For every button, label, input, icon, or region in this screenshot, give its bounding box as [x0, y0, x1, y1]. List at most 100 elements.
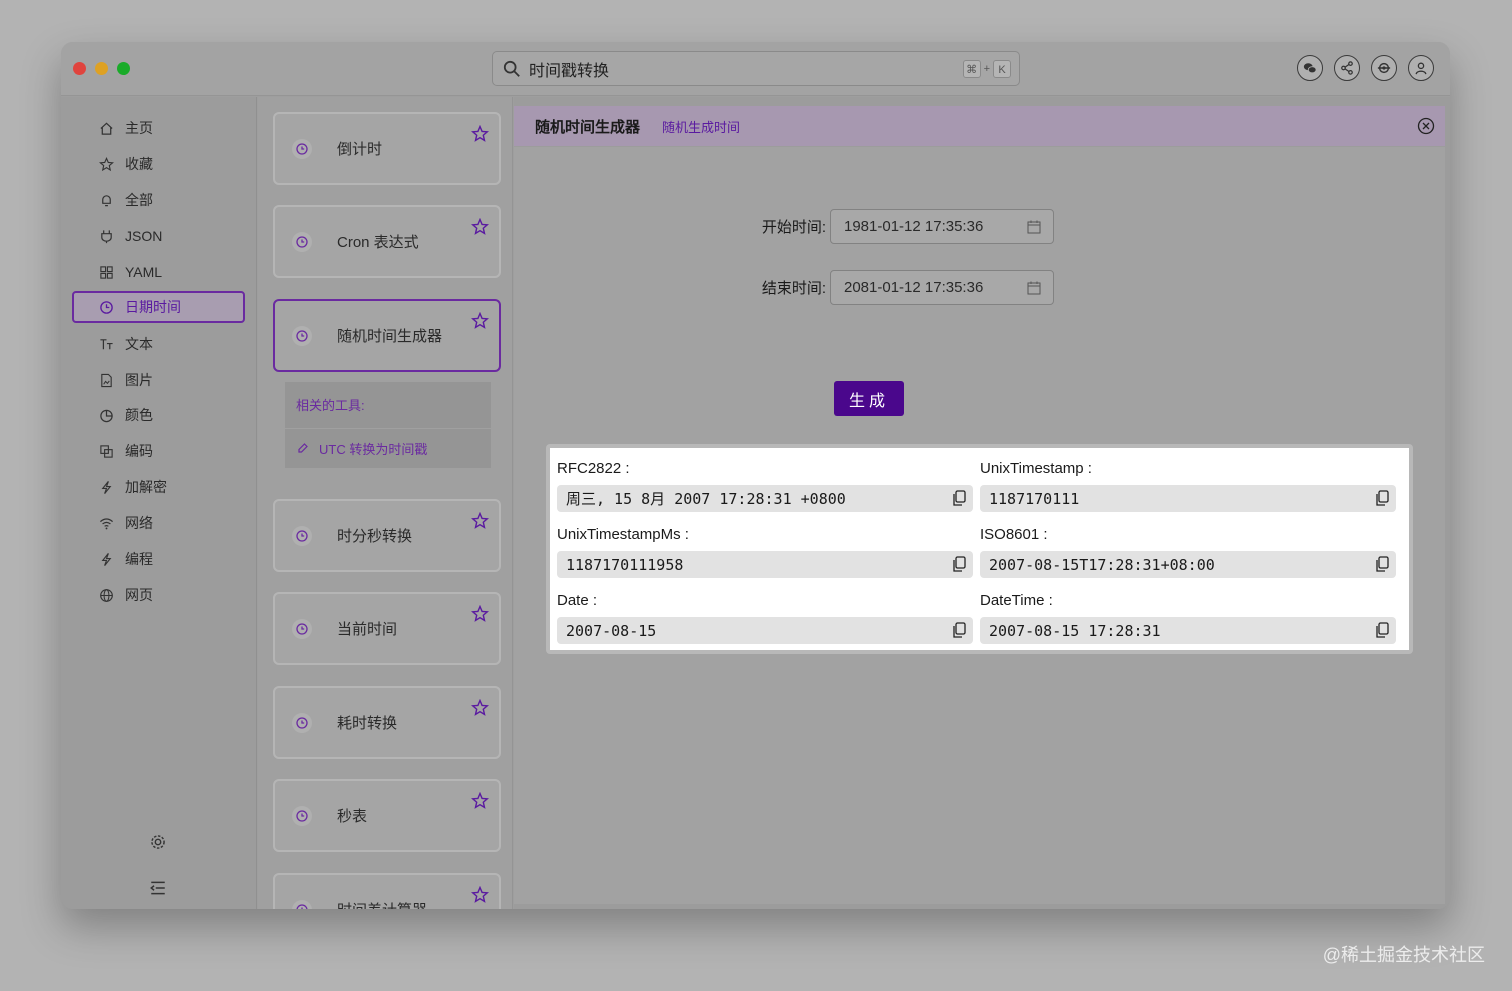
tool-card-hms-convert[interactable]: 时分秒转换: [273, 499, 501, 572]
sidebar-item-label: 网页: [125, 587, 153, 603]
gear-icon[interactable]: [149, 833, 167, 851]
result-value: 周三, 15 8月 2007 17:28:31 +0800: [566, 490, 846, 508]
copy-icon[interactable]: [1375, 622, 1390, 639]
grid-icon: [98, 264, 114, 280]
tool-tab-bar: 随机时间生成器 随机生成时间: [514, 106, 1445, 146]
star-icon[interactable]: [471, 886, 489, 904]
result-label-date: Date :: [557, 592, 598, 609]
tool-card-time-diff[interactable]: 时间差计算器: [273, 873, 501, 909]
star-icon[interactable]: [471, 218, 489, 236]
tool-card-current-time[interactable]: 当前时间: [273, 592, 501, 665]
sidebar-item-label: 收藏: [125, 156, 153, 172]
tool-card-label: 当前时间: [337, 621, 398, 638]
sidebar-item-color[interactable]: 颜色: [72, 399, 245, 431]
sidebar-item-all[interactable]: 全部: [72, 184, 245, 216]
sidebar-item-label: 主页: [125, 120, 153, 136]
tool-subtitle: 随机生成时间: [662, 119, 741, 135]
sidebar-item-label: JSON: [125, 228, 163, 244]
tool-card-random-time[interactable]: 随机时间生成器: [273, 299, 501, 372]
sidebar-item-label: 颜色: [125, 407, 153, 423]
star-icon[interactable]: [471, 792, 489, 810]
start-time-input[interactable]: 1981-01-12 17:35:36: [830, 209, 1054, 244]
search-icon: [503, 60, 520, 77]
result-label-iso8601: ISO8601 :: [980, 526, 1048, 543]
text-icon: [98, 336, 114, 352]
close-window-button[interactable]: [73, 62, 86, 75]
tool-card-label: 时分秒转换: [337, 528, 413, 545]
minimize-window-button[interactable]: [95, 62, 108, 75]
sidebar-item-encoding[interactable]: 编码: [72, 435, 245, 467]
copy-icon[interactable]: [1375, 490, 1390, 507]
related-tool-utc-to-timestamp[interactable]: UTC 转换为时间戳: [285, 429, 491, 467]
title-bar: 时间戳转换 ⌘ + K: [61, 42, 1450, 96]
generate-button[interactable]: 生成: [834, 381, 904, 416]
search-bar[interactable]: 时间戳转换 ⌘ + K: [492, 51, 1020, 86]
tool-content: 开始时间: 1981-01-12 17:35:36 结束时间: 2081-01-…: [514, 147, 1445, 904]
shortcut-hint: ⌘ + K: [962, 59, 1011, 78]
result-value: 2007-08-15: [566, 621, 657, 640]
end-time-input[interactable]: 2081-01-12 17:35:36: [830, 270, 1054, 305]
result-value: 2007-08-15T17:28:31+08:00: [989, 555, 1215, 574]
sidebar-item-label: 图片: [125, 372, 153, 388]
sidebar-item-favorites[interactable]: 收藏: [72, 148, 245, 180]
copy-icon[interactable]: [952, 622, 967, 639]
share-icon[interactable]: [1334, 55, 1360, 81]
sidebar-item-datetime[interactable]: 日期时间: [72, 291, 245, 323]
sidebar-item-web[interactable]: 网页: [72, 579, 245, 611]
result-field-unix[interactable]: 1187170111: [980, 485, 1396, 512]
close-icon[interactable]: [1417, 117, 1435, 135]
tool-card-label: 耗时转换: [337, 715, 398, 732]
tool-card-label: Cron 表达式: [337, 234, 419, 251]
clock-icon: [292, 805, 312, 826]
star-icon[interactable]: [471, 699, 489, 717]
result-value: 1187170111958: [566, 555, 684, 574]
copy-icon[interactable]: [952, 490, 967, 507]
result-field-iso8601[interactable]: 2007-08-15T17:28:31+08:00: [980, 551, 1396, 578]
tool-list: 倒计时 Cron 表达式 随机时间生成器 相关的工具: UTC 转换为时间戳 时…: [258, 97, 513, 909]
sidebar-item-yaml[interactable]: YAML: [72, 256, 245, 288]
sidebar-item-image[interactable]: 图片: [72, 364, 245, 396]
star-icon[interactable]: [471, 512, 489, 530]
sidebar-item-json[interactable]: JSON: [72, 220, 245, 252]
sidebar-item-label: 网络: [125, 515, 153, 531]
end-time-row: 结束时间: 2081-01-12 17:35:36: [751, 270, 1054, 305]
sidebar-item-label: 加解密: [125, 479, 167, 495]
tool-card-stopwatch[interactable]: 秒表: [273, 779, 501, 852]
sidebar-item-label: YAML: [125, 264, 163, 280]
settings-sync-icon[interactable]: [1371, 55, 1397, 81]
result-field-date[interactable]: 2007-08-15: [557, 617, 973, 644]
sidebar-item-home[interactable]: 主页: [72, 112, 245, 144]
link-icon: [298, 443, 308, 453]
header-actions: [1297, 55, 1434, 81]
tool-card-label: 随机时间生成器: [337, 328, 443, 345]
start-time-row: 开始时间: 1981-01-12 17:35:36: [751, 209, 1054, 244]
result-field-datetime[interactable]: 2007-08-15 17:28:31: [980, 617, 1396, 644]
sidebar-item-programming[interactable]: 编程: [72, 543, 245, 575]
copy-icon[interactable]: [1375, 556, 1390, 573]
clock-icon: [292, 618, 312, 639]
tool-card-countdown[interactable]: 倒计时: [273, 112, 501, 185]
star-icon[interactable]: [471, 605, 489, 623]
watermark: @稀土掘金技术社区: [1322, 945, 1485, 965]
star-icon[interactable]: [471, 125, 489, 143]
related-tools-title: 相关的工具:: [285, 382, 491, 429]
sidebar-item-text[interactable]: 文本: [72, 328, 245, 360]
star-icon[interactable]: [471, 312, 489, 330]
sidebar-item-crypto[interactable]: 加解密: [72, 471, 245, 503]
sidebar-item-network[interactable]: 网络: [72, 507, 245, 539]
result-field-unix-ms[interactable]: 1187170111958: [557, 551, 973, 578]
shortcut-plus: +: [983, 62, 990, 75]
wechat-icon[interactable]: [1297, 55, 1323, 81]
sidebar-item-label: 文本: [125, 336, 153, 352]
collapse-menu-icon[interactable]: [149, 879, 167, 897]
result-value: 1187170111: [989, 489, 1080, 508]
tool-card-label: 时间差计算器: [337, 899, 427, 909]
tool-card-cron[interactable]: Cron 表达式: [273, 205, 501, 278]
result-field-rfc2822[interactable]: 周三, 15 8月 2007 17:28:31 +0800: [557, 485, 973, 512]
maximize-window-button[interactable]: [117, 62, 130, 75]
copy-icon[interactable]: [952, 556, 967, 573]
related-tools: 相关的工具: UTC 转换为时间戳: [285, 382, 491, 468]
user-icon[interactable]: [1408, 55, 1434, 81]
shortcut-mod-key: ⌘: [962, 59, 981, 78]
tool-card-duration-convert[interactable]: 耗时转换: [273, 686, 501, 759]
